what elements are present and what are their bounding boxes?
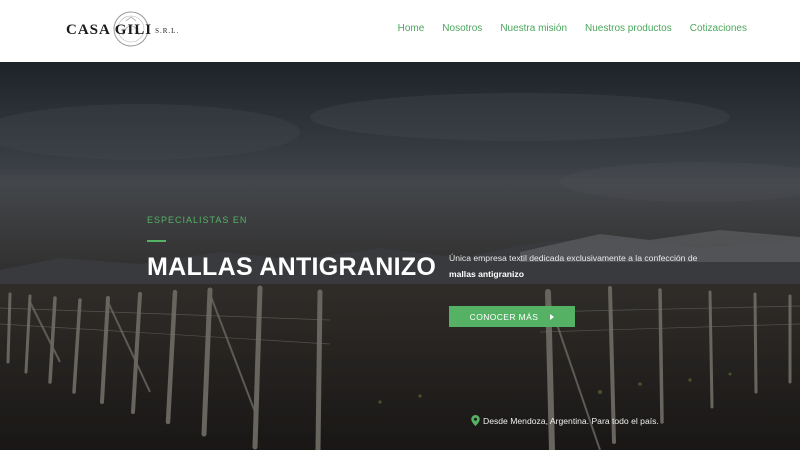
hero-section: ESPECIALISTAS EN MALLAS ANTIGRANIZO Únic… bbox=[0, 62, 800, 450]
brand-logo[interactable]: CASA GILI S.R.L. bbox=[66, 9, 186, 53]
nav-item-cotizaciones[interactable]: Cotizaciones bbox=[690, 23, 747, 34]
brand-wordmark: CASA GILI S.R.L. bbox=[66, 22, 179, 39]
hero-kicker: ESPECIALISTAS EN bbox=[147, 215, 248, 225]
brand-suffix: S.R.L. bbox=[155, 27, 180, 35]
hero-description-text: Única empresa textil dedicada exclusivam… bbox=[449, 253, 698, 263]
main-nav: Home Nosotros Nuestra misión Nuestros pr… bbox=[398, 23, 747, 34]
caret-right-icon bbox=[550, 313, 555, 320]
nav-item-nuestra-mision[interactable]: Nuestra misión bbox=[500, 23, 567, 34]
location-text: Desde Mendoza, Argentina. Para todo el p… bbox=[483, 415, 659, 426]
conocer-mas-button[interactable]: CONOCER MÁS bbox=[449, 306, 575, 327]
cta-label: CONOCER MÁS bbox=[469, 311, 539, 322]
hero-kicker-divider bbox=[147, 240, 166, 242]
hero-description: Única empresa textil dedicada exclusivam… bbox=[449, 250, 724, 282]
map-pin-icon bbox=[471, 415, 480, 426]
hero-description-highlight: mallas antigranizo bbox=[449, 269, 524, 279]
site-header: CASA GILI S.R.L. Home Nosotros Nuestra mi… bbox=[0, 0, 800, 62]
brand-name: CASA GILI bbox=[66, 22, 153, 38]
nav-item-nuestros-productos[interactable]: Nuestros productos bbox=[585, 23, 672, 34]
hero-title: MALLAS ANTIGRANIZO bbox=[147, 253, 437, 281]
nav-item-nosotros[interactable]: Nosotros bbox=[442, 23, 482, 34]
location-note: Desde Mendoza, Argentina. Para todo el p… bbox=[471, 415, 659, 426]
nav-item-home[interactable]: Home bbox=[398, 23, 425, 34]
